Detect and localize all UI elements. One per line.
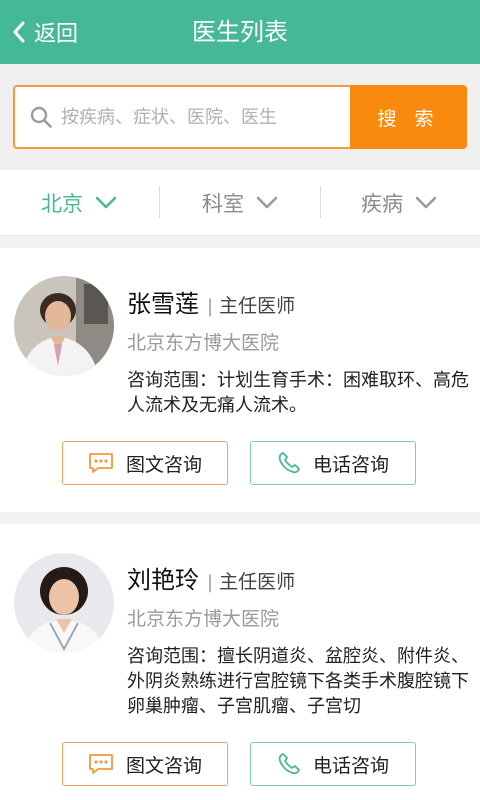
doctor-hospital: 北京东方博大医院 bbox=[127, 332, 280, 354]
text-consult-label: 图文咨询 bbox=[125, 754, 202, 777]
doctor-card[interactable]: 刘艳玲 | 主任医师 北京东方博大医院 咨询范围：擅长阴道炎、盆腔炎、附件炎、外… bbox=[0, 524, 480, 800]
filter-bar: 北京 科室 疾病 bbox=[0, 170, 480, 236]
doctor-title: 主任医师 bbox=[219, 295, 296, 317]
doctor-hospital: 北京东方博大医院 bbox=[127, 608, 280, 630]
chevron-down-icon bbox=[256, 196, 278, 209]
top-bar: 返回 医生列表 bbox=[0, 0, 480, 64]
filter-divider bbox=[320, 186, 321, 218]
chevron-left-icon bbox=[13, 21, 25, 43]
phone-consult-label: 电话咨询 bbox=[312, 754, 389, 777]
filter-disease[interactable]: 疾病 bbox=[361, 170, 437, 236]
filter-disease-label: 疾病 bbox=[361, 192, 403, 216]
phone-consult-label: 电话咨询 bbox=[312, 453, 389, 476]
doctor-name-row: 刘艳玲 | 主任医师 bbox=[127, 560, 295, 595]
doctor-avatar bbox=[14, 276, 114, 376]
chat-icon bbox=[88, 753, 114, 775]
doctor-name-row: 张雪莲 | 主任医师 bbox=[127, 284, 295, 319]
filter-department[interactable]: 科室 bbox=[202, 170, 278, 236]
phone-icon bbox=[277, 451, 301, 475]
search-icon bbox=[30, 106, 52, 128]
search-area: 搜 索 bbox=[0, 64, 480, 170]
chevron-down-icon bbox=[95, 196, 117, 209]
filter-divider bbox=[159, 186, 160, 218]
doctor-avatar bbox=[14, 553, 114, 653]
filter-city[interactable]: 北京 bbox=[41, 170, 117, 236]
filter-city-label: 北京 bbox=[41, 192, 83, 216]
phone-consult-button[interactable]: 电话咨询 bbox=[250, 742, 416, 786]
back-button[interactable]: 返回 bbox=[12, 17, 78, 47]
text-consult-label: 图文咨询 bbox=[125, 453, 202, 476]
search-button[interactable]: 搜 索 bbox=[350, 85, 467, 149]
doctor-scope: 咨询范围：计划生育手术：困难取环、高危人流术及无痛人流术。 bbox=[127, 370, 469, 416]
filter-department-label: 科室 bbox=[202, 192, 244, 216]
chat-icon bbox=[88, 452, 114, 474]
chevron-down-icon bbox=[415, 196, 437, 209]
search-box[interactable] bbox=[13, 85, 351, 149]
doctor-scope: 咨询范围：擅长阴道炎、盆腔炎、附件炎、外阴炎熟练进行宫腔镜下各类手术腹腔镜下卵巢… bbox=[127, 646, 469, 717]
name-separator: | bbox=[207, 296, 214, 317]
phone-consult-button[interactable]: 电话咨询 bbox=[250, 441, 416, 485]
back-label: 返回 bbox=[34, 22, 79, 47]
doctor-photo-icon bbox=[14, 553, 114, 653]
doctor-title: 主任医师 bbox=[219, 571, 296, 593]
name-separator: | bbox=[207, 572, 214, 593]
doctor-card[interactable]: 张雪莲 | 主任医师 北京东方博大医院 咨询范围：计划生育手术：困难取环、高危人… bbox=[0, 248, 480, 512]
search-input[interactable] bbox=[61, 106, 331, 128]
doctor-name: 刘艳玲 bbox=[127, 566, 199, 594]
doctor-photo-icon bbox=[14, 276, 114, 376]
doctor-name: 张雪莲 bbox=[127, 290, 199, 318]
text-consult-button[interactable]: 图文咨询 bbox=[62, 742, 228, 786]
text-consult-button[interactable]: 图文咨询 bbox=[62, 441, 228, 485]
phone-icon bbox=[277, 752, 301, 776]
